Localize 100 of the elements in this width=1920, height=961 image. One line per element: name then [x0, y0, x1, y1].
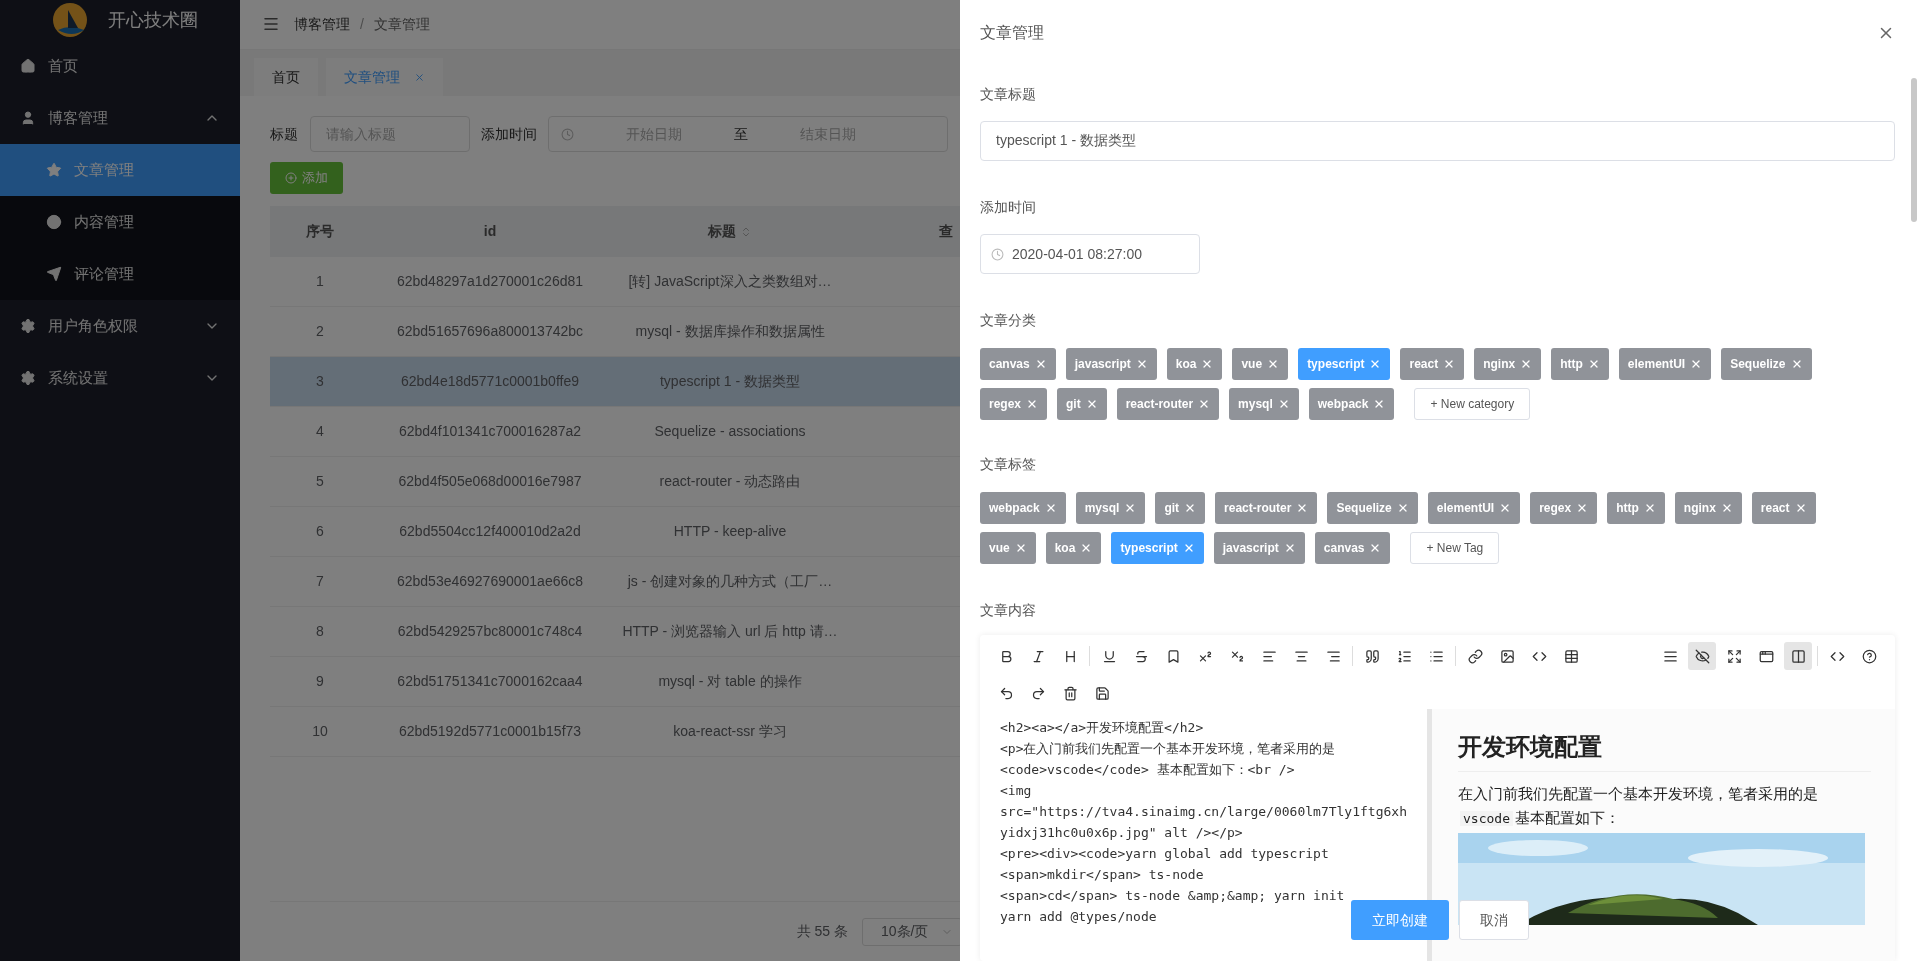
tag[interactable]: regex — [1530, 492, 1598, 524]
menu-item[interactable]: 文章管理 — [0, 144, 240, 196]
window-icon — [1758, 648, 1774, 664]
column-header[interactable]: 查 — [850, 221, 960, 242]
tag[interactable]: http — [1551, 348, 1609, 380]
table-cell-text: 62bd51657696a800013742bc — [395, 322, 585, 341]
table-cell-text: 10 — [311, 722, 329, 741]
tag[interactable]: git — [1155, 492, 1206, 524]
table-cell-text: react-router - 动态路由 — [658, 472, 802, 491]
create-button[interactable]: 立即创建 — [1351, 900, 1449, 940]
menu-item[interactable]: 内容管理 — [0, 196, 240, 248]
new-category-button[interactable]: + New category — [1414, 388, 1531, 420]
tag[interactable]: webpack — [1308, 388, 1395, 420]
menu-item[interactable]: 评论管理 — [0, 248, 240, 300]
table-cell-text: 8 — [315, 622, 325, 641]
tag[interactable]: javascript — [1213, 532, 1305, 564]
tag[interactable]: mysql — [1075, 492, 1146, 524]
tag[interactable]: git — [1057, 388, 1107, 420]
tag[interactable]: typescript — [1111, 532, 1204, 564]
menu-item[interactable]: 博客管理 — [0, 92, 240, 144]
overlay[interactable] — [0, 0, 960, 961]
tag[interactable]: react-router — [1215, 492, 1318, 524]
table-cell-text: 6 — [315, 522, 325, 541]
menu-icon — [1662, 648, 1678, 664]
table-cell-text: 9 — [315, 672, 325, 691]
field-label: 标题 — [270, 124, 298, 144]
date-time-field[interactable]: 2020-04-01 08:27:00 — [980, 234, 1200, 274]
quote-icon — [1364, 648, 1380, 664]
cancel-button[interactable]: 取消 — [1459, 900, 1529, 940]
field-label: 文章标签 — [980, 455, 1037, 474]
field-label: 文章内容 — [980, 601, 1037, 620]
table-icon — [1563, 648, 1579, 664]
tag[interactable]: typescript — [1298, 348, 1391, 380]
tag[interactable]: elementUI — [1427, 492, 1521, 524]
undo-icon — [998, 685, 1014, 701]
preview-paragraph: 在入门前我们先配置一个基本开发环境，笔者采用的是 vscode 基本配置如下： — [1458, 784, 1819, 828]
tag[interactable]: http — [1607, 492, 1665, 524]
tab[interactable]: 文章管理 — [326, 58, 443, 96]
table-row[interactable]: 3 62bd4e18d5771c0001b0ffe9 typescript 1 - 数据类型 — [270, 357, 960, 407]
add-button[interactable]: 添加 — [270, 162, 343, 194]
tag[interactable]: nginx — [1474, 348, 1542, 380]
tag[interactable]: react — [1400, 348, 1465, 380]
tag[interactable]: vue — [1232, 348, 1289, 380]
send-icon — [46, 266, 62, 282]
table-cell-text: 5 — [315, 472, 325, 491]
columns-button[interactable] — [1784, 642, 1812, 670]
tag[interactable]: koa — [1166, 348, 1223, 380]
tag[interactable]: webpack — [980, 492, 1066, 524]
table-cell-text: 2 — [315, 322, 325, 341]
menu-item[interactable]: 用户角色权限 — [0, 300, 240, 352]
bullet-list-icon — [1428, 648, 1444, 664]
code-line: <pre><div><code>yarn global add typescript — [1000, 845, 1329, 863]
table-cell-text: 62bd4f505e068d00016e7987 — [397, 472, 583, 491]
clock-icon — [561, 127, 574, 141]
image-icon — [1499, 648, 1515, 664]
table-cell-text: 62bd5192d5771c0001b15f73 — [397, 722, 583, 741]
new-tag-button[interactable]: + New Tag — [1410, 532, 1500, 564]
subscript-icon — [1229, 648, 1245, 664]
tag[interactable]: mysql — [1229, 388, 1299, 420]
menu-item[interactable]: 系统设置 — [0, 352, 240, 404]
eye-off-button[interactable] — [1688, 642, 1716, 670]
tag[interactable]: react-router — [1116, 388, 1220, 420]
column-header[interactable]: 序号 — [270, 221, 370, 242]
tag[interactable]: canvas — [980, 348, 1056, 380]
tag[interactable]: regex — [980, 388, 1048, 420]
italic-icon — [1030, 648, 1046, 664]
title-input-field[interactable]: typescript 1 - 数据类型 — [980, 121, 1895, 161]
star-icon — [46, 162, 62, 178]
column-header[interactable]: id — [370, 221, 610, 242]
menu-item[interactable]: 首页 — [0, 40, 240, 92]
breadcrumb-item[interactable]: 文章管理 — [373, 13, 430, 35]
table-cell-text: 62bd4f101341c700016287a2 — [397, 422, 583, 441]
table-cell-text: 4 — [315, 422, 325, 441]
table-cell-text: typescript 1 - 数据类型 — [659, 372, 801, 391]
tag[interactable]: react — [1751, 492, 1816, 524]
tab[interactable]: 首页 — [254, 58, 318, 96]
help-icon — [1861, 648, 1877, 664]
table-cell-text: 62bd51751341c7000162caa4 — [396, 672, 584, 691]
scrollbar[interactable] — [1911, 78, 1917, 222]
table-cell-text: 62bd53e46927690001ae66c8 — [395, 572, 585, 591]
strikethrough-icon — [1133, 648, 1149, 664]
tag[interactable]: elementUI — [1618, 348, 1712, 380]
superscript-icon — [1197, 648, 1213, 664]
total-count: 共 55 条 — [796, 922, 848, 941]
tag[interactable]: vue — [980, 532, 1036, 564]
code-line: <img — [1000, 782, 1032, 800]
clock-icon — [991, 247, 1004, 261]
bookmark-icon — [1165, 648, 1181, 664]
tag[interactable]: nginx — [1674, 492, 1742, 524]
range-separator: 至 — [734, 124, 748, 144]
table-cell-text: mysql - 对 table 的操作 — [657, 672, 803, 691]
tag[interactable]: koa — [1045, 532, 1102, 564]
column-header[interactable]: 标题 — [610, 221, 850, 242]
tag[interactable]: canvas — [1314, 532, 1391, 564]
tag[interactable]: Sequelize — [1721, 348, 1812, 380]
code-line: <span>cd</span> ts-node &amp;&amp; yarn init — [1000, 887, 1345, 905]
tag[interactable]: Sequelize — [1327, 492, 1418, 524]
tag[interactable]: javascript — [1065, 348, 1157, 380]
table-cell-text: 3 — [315, 372, 325, 391]
breadcrumb-item[interactable]: 博客管理 — [294, 13, 350, 35]
